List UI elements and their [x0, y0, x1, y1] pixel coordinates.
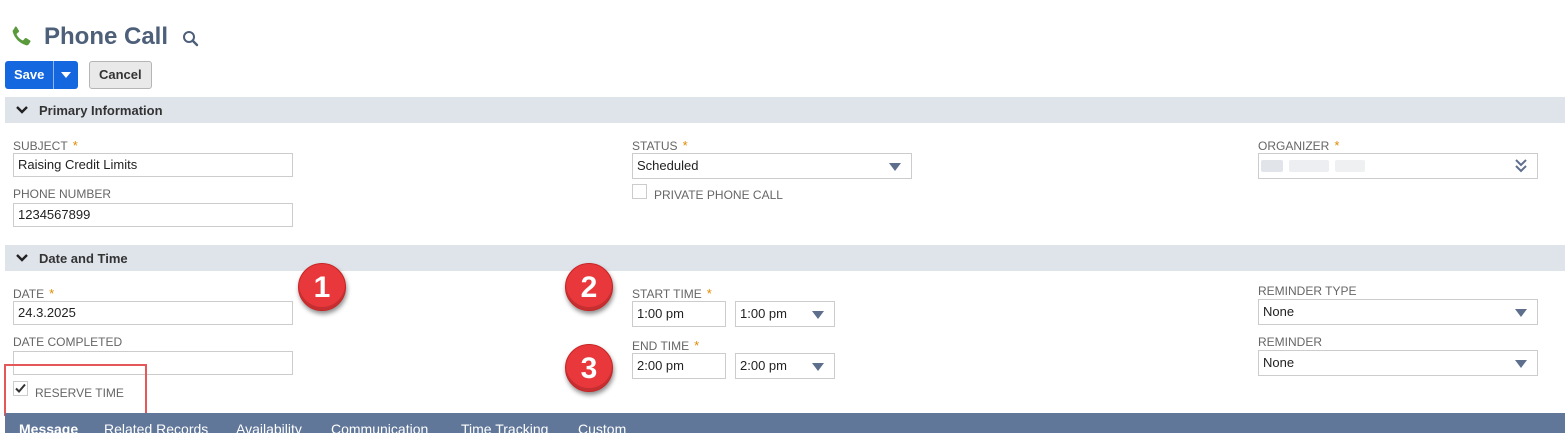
save-button[interactable]: Save [5, 61, 55, 89]
save-button-group: Save [5, 61, 79, 89]
step-badge-3: 3 [565, 344, 613, 392]
tab-time-tracking[interactable]: Time Tracking [461, 421, 548, 433]
page-title: Phone Call [44, 23, 169, 50]
private-phone-call-checkbox[interactable] [632, 184, 647, 199]
organizer-select[interactable] [1258, 153, 1538, 179]
reminder-select[interactable]: None [1258, 350, 1538, 376]
redacted-text [1289, 160, 1329, 172]
start-time-input[interactable]: 1:00 pm [632, 301, 726, 327]
tab-custom[interactable]: Custom [578, 421, 626, 433]
reminder-type-value: None [1263, 304, 1295, 319]
title-row: Phone Call [8, 22, 200, 52]
tab-related-records[interactable]: Related Records [104, 421, 208, 433]
phone-number-input[interactable]: 1234567899 [13, 203, 293, 227]
section-primary-information[interactable]: Primary Information [5, 97, 1565, 123]
phone-icon [12, 26, 31, 46]
checkmark-icon [15, 383, 26, 393]
required-marker: * [694, 338, 700, 353]
reserve-time-checkbox[interactable] [13, 381, 28, 396]
required-marker: * [682, 138, 688, 153]
reminder-label: REMINDER [1258, 335, 1323, 349]
required-marker: * [72, 138, 78, 153]
date-completed-label: DATE COMPLETED [13, 335, 123, 349]
section-title: Date and Time [39, 250, 128, 266]
start-time-select[interactable]: 1:00 pm [735, 301, 835, 327]
dropdown-arrow-icon [812, 311, 824, 319]
status-value: Scheduled [637, 158, 699, 173]
step-badge-2: 2 [565, 263, 613, 311]
start-time-select-value: 1:00 pm [740, 306, 787, 321]
section-title: Primary Information [39, 102, 163, 118]
reminder-type-select[interactable]: None [1258, 299, 1538, 325]
cancel-button[interactable]: Cancel [89, 61, 152, 89]
dropdown-arrow-icon [889, 163, 901, 171]
date-input[interactable]: 24.3.2025 [13, 301, 293, 325]
subtab-bar: Message Related Records Availability Com… [5, 413, 1565, 433]
end-time-input[interactable]: 2:00 pm [632, 353, 726, 379]
end-time-select[interactable]: 2:00 pm [735, 353, 835, 379]
search-icon[interactable] [182, 30, 200, 48]
chevron-down-icon [16, 106, 28, 114]
required-marker: * [1334, 138, 1340, 153]
dropdown-arrow-icon [812, 363, 824, 371]
phone-number-label: PHONE NUMBER [13, 187, 112, 201]
step-badge-1: 1 [298, 263, 346, 311]
reserve-time-label: RESERVE TIME [35, 386, 124, 400]
caret-down-icon [61, 72, 72, 78]
dropdown-arrow-icon [1515, 309, 1527, 317]
status-select[interactable]: Scheduled [632, 153, 912, 179]
chevron-down-icon [16, 254, 28, 262]
tab-communication[interactable]: Communication [331, 421, 428, 433]
tab-message[interactable]: Message [19, 421, 78, 433]
required-marker: * [49, 286, 55, 301]
private-phone-call-label: PRIVATE PHONE CALL [654, 188, 783, 202]
subject-input[interactable]: Raising Credit Limits [13, 153, 293, 177]
reminder-type-label: REMINDER TYPE [1258, 284, 1357, 298]
double-chevron-down-icon [1515, 159, 1527, 173]
redacted-text [1335, 160, 1365, 172]
redacted-text [1261, 160, 1283, 172]
end-time-select-value: 2:00 pm [740, 358, 787, 373]
dropdown-arrow-icon [1515, 360, 1527, 368]
tab-availability[interactable]: Availability [236, 421, 302, 433]
section-date-and-time[interactable]: Date and Time [5, 245, 1565, 271]
required-marker: * [706, 286, 712, 301]
reminder-value: None [1263, 355, 1295, 370]
save-dropdown-button[interactable] [54, 61, 79, 89]
